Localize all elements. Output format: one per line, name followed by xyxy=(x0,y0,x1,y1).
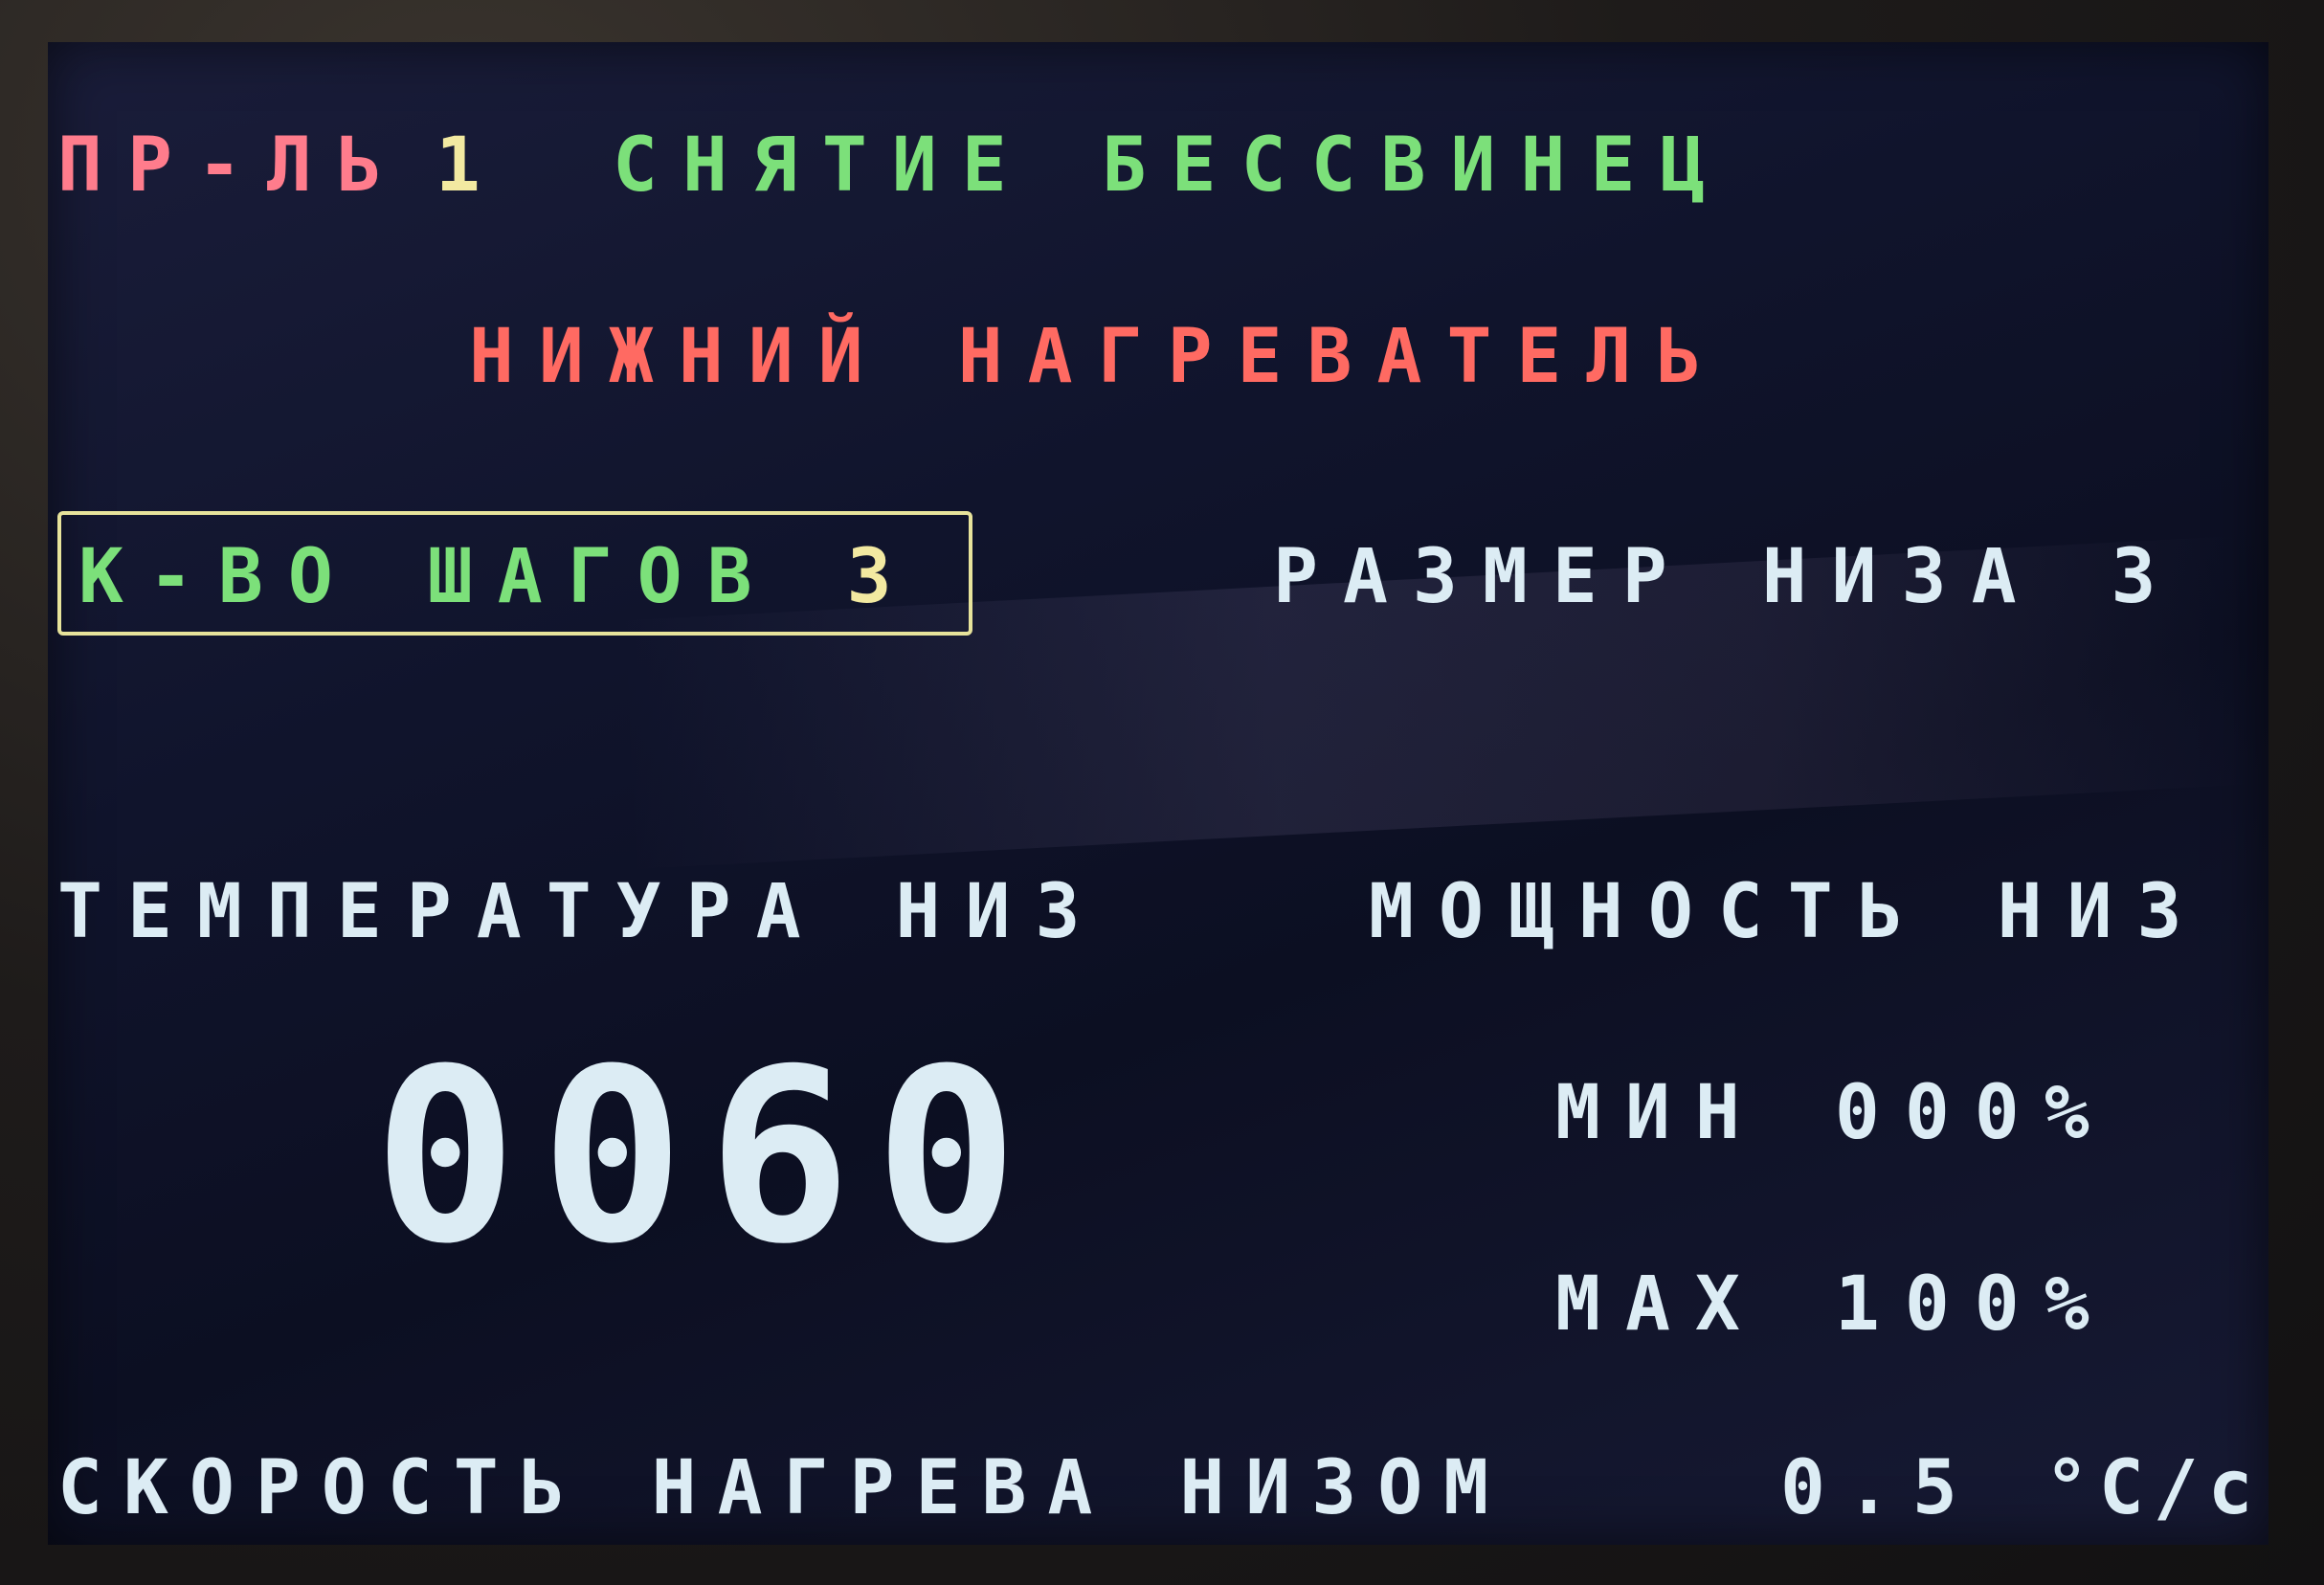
heating-rate-unit: °C/c xyxy=(2044,1445,2263,1531)
power-max-row: MAX 100% xyxy=(1555,1267,2114,1342)
program-indicator: ПР-ЛЬ 1 xyxy=(57,128,505,203)
program-name: СНЯТИЕ БЕССВИНЕЦ xyxy=(613,123,1731,209)
steps-value: 3 xyxy=(846,534,917,620)
heating-rate-readout: 0.5 °C/c xyxy=(1780,1451,2263,1526)
size-setting[interactable]: РАЗМЕР НИЗА 3 xyxy=(1273,540,2181,614)
program-number: 1 xyxy=(435,123,505,209)
heating-rate-label: СКОРОСТЬ НАГРЕВА НИЗОМ xyxy=(57,1445,1510,1531)
power-label: МОЩНОСТЬ НИЗ xyxy=(1369,869,2207,955)
heating-rate-value: 0.5 xyxy=(1780,1445,1978,1531)
heater-title: НИЖНИЙ НАГРЕВАТЕЛЬ xyxy=(469,314,1727,400)
steps-setting: К-ВО ШАГОВ 3 xyxy=(78,540,917,614)
power-min-label: МИН xyxy=(1555,1070,1765,1156)
temperature-label: ТЕМПЕРАТУРА НИЗ xyxy=(57,869,1106,955)
power-max-label: MAX xyxy=(1555,1261,1765,1348)
power-max-value: 100% xyxy=(1834,1261,2114,1348)
lcd-screen: ПР-ЛЬ 1 СНЯТИЕ БЕССВИНЕЦ НИЖНИЙ НАГРЕВАТЕ… xyxy=(48,42,2268,1545)
program-label: ПР-ЛЬ xyxy=(57,123,407,209)
power-min-row: МИН 000% xyxy=(1555,1076,2114,1150)
size-value: 3 xyxy=(2111,534,2181,620)
power-min-value: 000% xyxy=(1834,1070,2114,1156)
size-label: РАЗМЕР НИЗА xyxy=(1273,534,2042,620)
temperature-value: 0060 xyxy=(373,1017,1042,1296)
steps-label: К-ВО ШАГОВ xyxy=(78,534,777,620)
